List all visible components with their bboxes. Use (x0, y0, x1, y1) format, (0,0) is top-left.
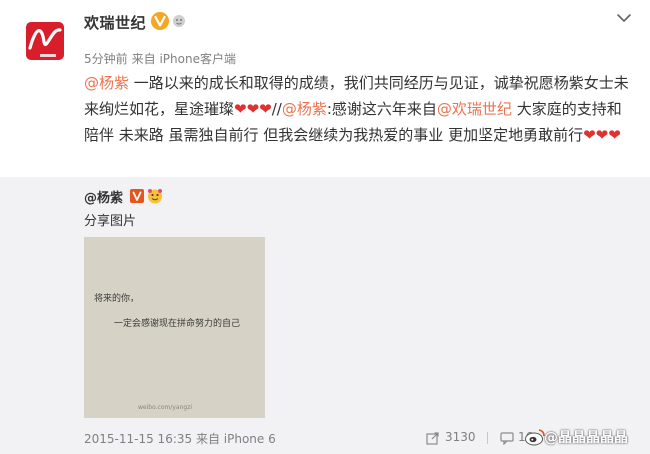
image-watermark: weibo.com/yangzi (138, 404, 193, 411)
hearts-emoji: ❤❤❤ (583, 126, 621, 144)
weibo-logo-icon (525, 429, 545, 446)
post-meta: 5分钟前 来自 iPhone客户端 (84, 50, 236, 67)
huanrui-logo-icon (20, 16, 70, 66)
post-body: @杨紫 一路以来的成长和取得的成绩，我们共同经历与见证，诚挚祝愿杨紫女士未来绚烂… (84, 70, 630, 148)
mention-link[interactable]: @杨紫 (84, 74, 129, 92)
more-chevron-icon[interactable] (616, 12, 632, 24)
image-text-line: 将来的你， (94, 294, 140, 304)
hearts-emoji: ❤❤❤ (234, 100, 272, 118)
share-icon[interactable] (426, 431, 440, 445)
repost-author[interactable]: @杨紫 (84, 187, 123, 206)
post-source: 来自 iPhone客户端 (131, 52, 236, 66)
image-text-line: 一定会感谢现在拼命努力的自己 (114, 319, 241, 329)
member-icon[interactable] (172, 14, 186, 28)
divider (487, 432, 488, 444)
weibo-post: 欢瑞世纪 5分钟前 来自 iPhone客户端 @杨紫 一路以来的成长和取得的成绩，… (0, 0, 650, 454)
repost-footer: 2015-11-15 16:35 来自 iPhone 6 3130 16 (84, 429, 644, 448)
repost-date[interactable]: 2015-11-15 16:35 (84, 432, 192, 446)
share-count[interactable]: 3130 (445, 430, 476, 444)
v-badge-icon (130, 189, 144, 203)
shared-image[interactable]: 将来的你， 一定会感谢现在拼命努力的自己 weibo.com/yangzi (84, 237, 265, 418)
author-avatar[interactable] (20, 16, 70, 66)
comment-icon[interactable] (500, 431, 514, 445)
mention-link[interactable]: @杨紫 (282, 100, 327, 118)
verified-icon[interactable] (150, 11, 170, 31)
repost-meta: 2015-11-15 16:35 来自 iPhone 6 (84, 430, 276, 447)
mention-link[interactable]: @欢瑞世纪 (437, 100, 512, 118)
reposted-content: @杨紫 分享图片 将来的你， 一定会感谢现在拼命努力的自己 weibo.com/… (0, 177, 650, 454)
face-icon (148, 189, 162, 204)
post-time[interactable]: 5分钟前 (84, 52, 128, 66)
watermark-text: @晶晶晶晶晶 (544, 430, 628, 446)
repost-text: 分享图片 (84, 214, 137, 229)
weibo-watermark: @晶晶晶晶晶 (524, 426, 650, 450)
repost-separator: // (271, 100, 282, 118)
author-name[interactable]: 欢瑞世纪 (84, 12, 146, 33)
body-text-segment: :感谢这六年来自 (326, 100, 437, 118)
repost-source: 来自 iPhone 6 (195, 432, 276, 446)
